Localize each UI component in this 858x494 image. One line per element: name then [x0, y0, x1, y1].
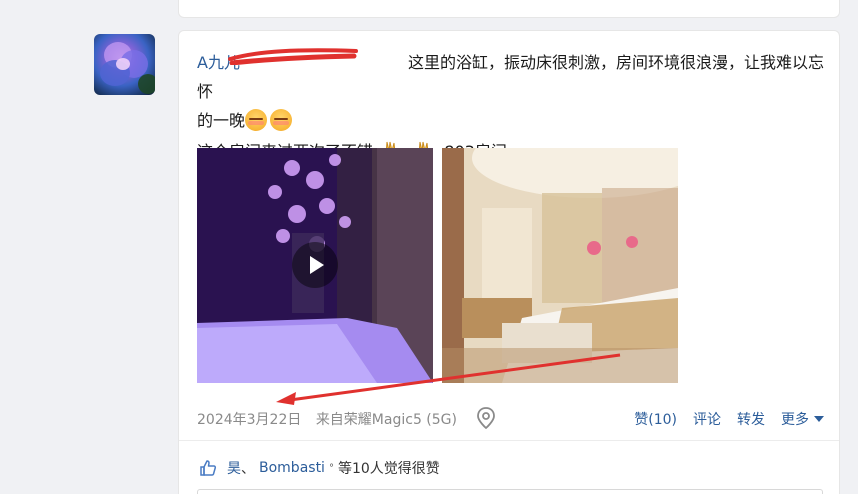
repost-button[interactable]: 转发 [737, 409, 765, 429]
more-label: 更多 [781, 412, 809, 428]
like-button[interactable]: 赞(10) [634, 409, 677, 429]
post-actions: 赞(10) 评论 转发 更多 [634, 409, 824, 429]
hotel-room-photo[interactable] [442, 148, 678, 383]
divider [179, 440, 839, 441]
post-meta: 2024年3月22日 来自荣耀Magic5 (5G) [197, 409, 467, 429]
post-text-line2: 的一晚 [197, 111, 246, 130]
location-pin-icon[interactable] [476, 407, 496, 429]
liker-name-2[interactable]: Bombasti [259, 460, 325, 476]
room-scene [442, 148, 678, 383]
previous-post-card [178, 0, 840, 18]
user-avatar[interactable] [94, 34, 155, 95]
more-button[interactable]: 更多 [781, 409, 824, 429]
liker-badge: ° [328, 462, 334, 474]
likes-count-text: 等10人觉得很赞 [337, 461, 440, 477]
comment-button[interactable]: 评论 [693, 409, 721, 429]
thumbs-up-icon[interactable] [199, 459, 217, 477]
redaction-mark [228, 48, 358, 65]
post-source: 来自荣耀Magic5 (5G) [315, 412, 457, 428]
liker-name-1[interactable]: 昊 [227, 458, 241, 478]
smile-emoji-icon [245, 109, 268, 131]
post-date[interactable]: 2024年3月22日 [197, 412, 301, 428]
likes-summary: 昊 、 Bombasti ° 等10人觉得很赞 [199, 458, 440, 478]
chevron-down-icon [814, 416, 824, 422]
liker-separator: 、 [241, 461, 255, 477]
play-icon[interactable] [292, 242, 338, 288]
comment-input[interactable] [197, 489, 823, 494]
smile-emoji-icon [270, 109, 293, 131]
